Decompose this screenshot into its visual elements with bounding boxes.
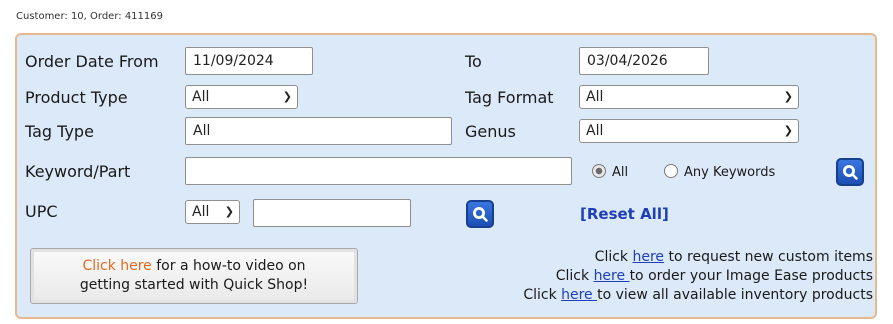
howto-text-2: getting started with Quick Shop! <box>79 277 309 293</box>
link-line-inventory: Click here to view all available invento… <box>413 286 873 305</box>
order-date-from-input[interactable]: 11/09/2024 <box>185 47 313 75</box>
tag-type-label: Tag Type <box>25 122 94 141</box>
tag-format-select[interactable]: All ❯ <box>579 85 799 109</box>
view-inventory-link[interactable]: here <box>561 287 597 303</box>
chevron-down-icon: ❯ <box>224 205 234 218</box>
chevron-down-icon: ❯ <box>783 90 793 103</box>
link-suffix: to order your Image Ease products <box>629 268 873 284</box>
radio-any-keywords-label: Any Keywords <box>684 165 776 180</box>
keyword-search-button[interactable] <box>836 158 864 186</box>
order-date-to-label: To <box>465 52 482 71</box>
link-suffix: to request new custom items <box>664 249 873 265</box>
howto-video-button[interactable]: Click here for a how-to video on getting… <box>30 248 358 304</box>
reset-all-link[interactable]: [Reset All] <box>580 205 669 223</box>
upc-input[interactable] <box>253 199 411 227</box>
customer-order-info: Customer: 10, Order: 411169 <box>16 11 163 22</box>
keyword-label: Keyword/Part <box>25 162 131 181</box>
radio-all-label: All <box>612 165 629 180</box>
link-line-custom-items: Click here to request new custom items <box>413 248 873 267</box>
tag-type-input[interactable]: All <box>185 117 452 145</box>
upc-search-button[interactable] <box>466 200 494 228</box>
link-suffix: to view all available inventory products <box>597 287 873 303</box>
chevron-down-icon: ❯ <box>282 90 292 103</box>
radio-all[interactable] <box>592 164 606 178</box>
link-prefix: Click <box>523 287 562 303</box>
order-image-ease-link[interactable]: here <box>594 268 630 284</box>
howto-text-1: for a how-to video on <box>151 258 306 274</box>
radio-any-keywords[interactable] <box>664 164 678 178</box>
tag-format-label: Tag Format <box>465 88 554 107</box>
genus-label: Genus <box>465 122 516 141</box>
upc-type-select[interactable]: All ❯ <box>185 200 240 224</box>
upc-label: UPC <box>25 202 58 221</box>
link-prefix: Click <box>555 268 594 284</box>
product-type-label: Product Type <box>25 88 128 107</box>
genus-value: All <box>586 123 604 139</box>
howto-line-1: Click here for a how-to video on <box>31 257 357 276</box>
magnifier-icon <box>843 165 858 180</box>
request-custom-items-link[interactable]: here <box>632 249 664 265</box>
keyword-input[interactable] <box>185 157 572 185</box>
product-type-select[interactable]: All ❯ <box>185 85 298 109</box>
magnifier-icon <box>473 207 488 222</box>
link-prefix: Click <box>594 249 633 265</box>
order-date-to-input[interactable]: 03/04/2026 <box>579 47 709 75</box>
upc-type-value: All <box>192 204 210 220</box>
link-line-image-ease: Click here to order your Image Ease prod… <box>413 267 873 286</box>
genus-select[interactable]: All ❯ <box>579 119 799 143</box>
howto-click-here: Click here <box>82 258 152 274</box>
help-links: Click here to request new custom items C… <box>413 248 873 305</box>
product-type-value: All <box>192 89 210 105</box>
chevron-down-icon: ❯ <box>783 124 793 137</box>
tag-format-value: All <box>586 89 604 105</box>
order-date-from-label: Order Date From <box>25 52 159 71</box>
